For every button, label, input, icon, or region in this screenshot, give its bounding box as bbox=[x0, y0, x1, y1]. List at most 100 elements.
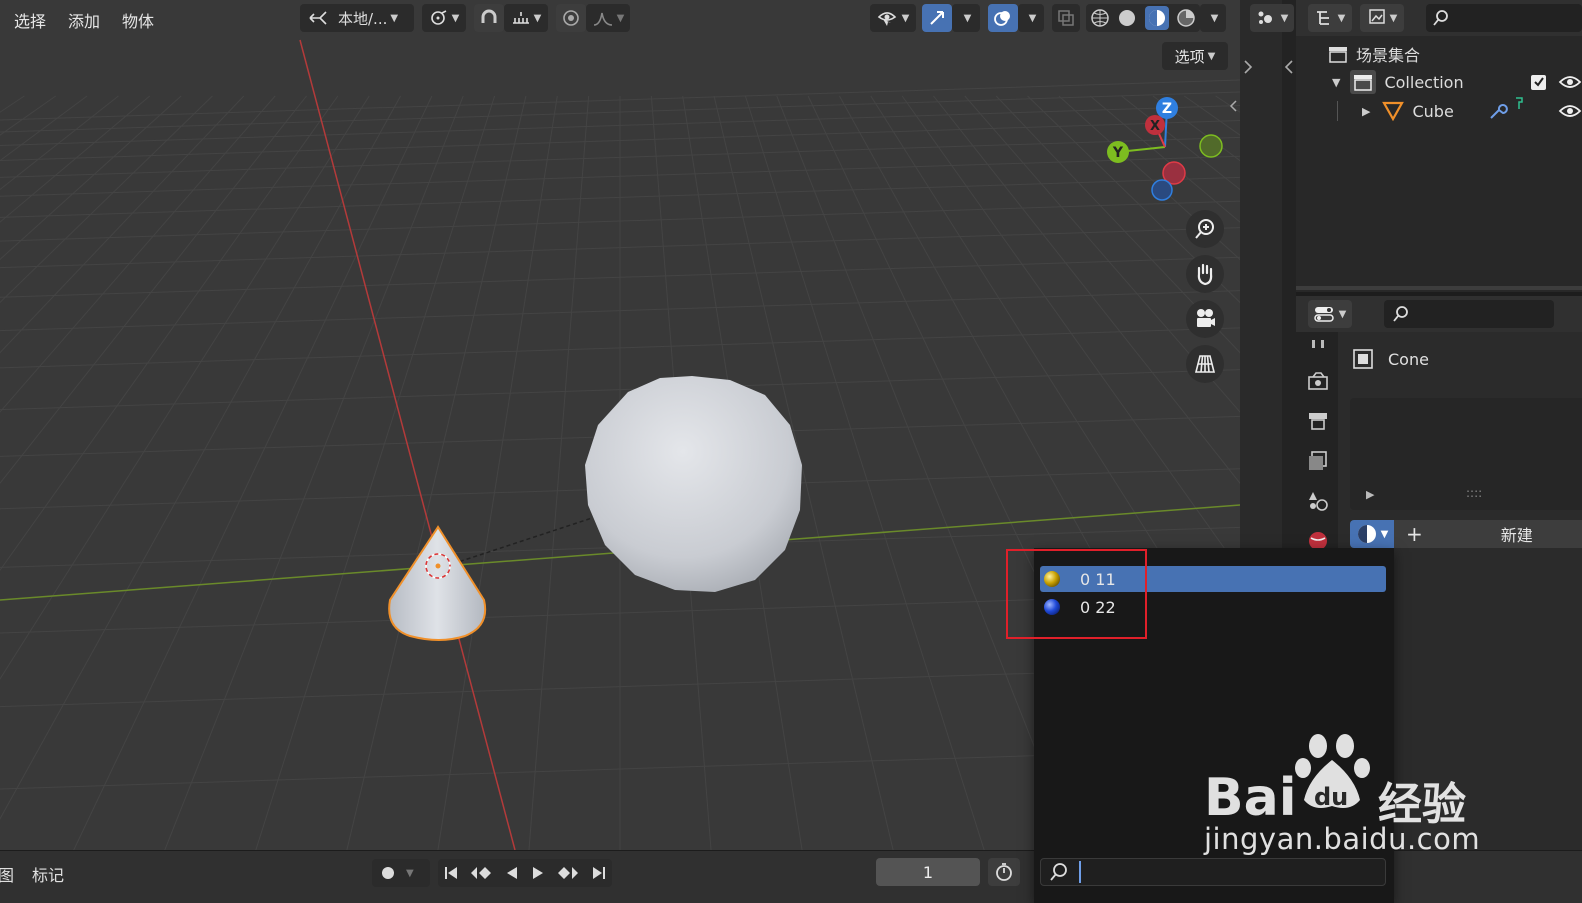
chevron-down-icon[interactable]: ▼ bbox=[406, 868, 414, 879]
current-frame-value: 1 bbox=[922, 862, 934, 882]
chevron-down-icon: ▼ bbox=[1380, 528, 1389, 540]
gizmo-dropdown[interactable]: ▼ bbox=[952, 4, 980, 32]
chevron-right-icon[interactable] bbox=[1242, 60, 1254, 74]
next-keyframe-icon[interactable] bbox=[556, 865, 580, 881]
menu-select[interactable]: 选择 bbox=[14, 8, 46, 32]
camera-view-button[interactable] bbox=[1186, 300, 1224, 338]
orientation-label: 本地/... bbox=[338, 9, 388, 28]
outliner-display-mode-dropdown[interactable]: ▼ bbox=[1308, 4, 1352, 32]
list-resize-grip[interactable]: :::: bbox=[1466, 486, 1482, 500]
solid-shading-icon[interactable] bbox=[1117, 8, 1137, 28]
material-search-input[interactable] bbox=[1040, 858, 1386, 886]
hand-icon bbox=[1197, 263, 1213, 286]
menu-add[interactable]: 添加 bbox=[68, 8, 100, 32]
tab-view-layer[interactable] bbox=[1305, 448, 1331, 474]
tab-output[interactable] bbox=[1305, 408, 1331, 434]
neg-y-axis-ball bbox=[1199, 134, 1223, 158]
orientation-icon bbox=[309, 11, 327, 25]
grid-line bbox=[0, 95, 245, 354]
svg-text:du: du bbox=[1314, 783, 1348, 811]
previous-keyframe-icon[interactable] bbox=[469, 865, 493, 881]
snap-toggle[interactable] bbox=[474, 4, 504, 32]
chevron-down-icon: ▼ bbox=[1210, 12, 1219, 24]
snap-increment-icon bbox=[512, 12, 529, 24]
tab-render[interactable] bbox=[1305, 368, 1331, 394]
properties-header: ▼ bbox=[1296, 296, 1582, 332]
eye-icon[interactable] bbox=[1558, 74, 1582, 90]
gizmo-toggle[interactable] bbox=[922, 4, 952, 32]
eye-icon[interactable] bbox=[1558, 103, 1582, 119]
material-shading-icon[interactable] bbox=[1144, 6, 1169, 30]
record-icon[interactable] bbox=[380, 865, 396, 881]
outliner-search-field[interactable] bbox=[1426, 4, 1582, 32]
xray-toggle[interactable] bbox=[1052, 4, 1080, 32]
menu-markers[interactable]: 标记 bbox=[32, 862, 64, 886]
wrench-modifier-icon[interactable] bbox=[1488, 101, 1510, 121]
outliner-row-scene-collection[interactable]: 场景集合 bbox=[1296, 40, 1582, 68]
new-material-button[interactable]: + 新建 bbox=[1394, 520, 1582, 548]
shading-dropdown[interactable]: ▼ bbox=[1200, 4, 1226, 32]
snap-target-dropdown[interactable]: ▼ bbox=[504, 4, 548, 32]
collection-icon bbox=[1350, 70, 1377, 94]
outliner-row-collection[interactable]: ▼ Collection bbox=[1296, 68, 1582, 96]
grid-line bbox=[0, 95, 401, 820]
outliner-filter-dropdown[interactable]: ▼ bbox=[1360, 4, 1404, 32]
jump-to-start-icon[interactable] bbox=[443, 865, 459, 881]
pan-button[interactable] bbox=[1186, 255, 1224, 293]
grid-line bbox=[0, 95, 182, 261]
zoom-button[interactable] bbox=[1186, 210, 1224, 248]
material-slot-list[interactable]: ▶ :::: bbox=[1350, 398, 1582, 510]
expand-arrow-icon[interactable]: ▶ bbox=[1362, 105, 1370, 118]
grid-line bbox=[0, 95, 25, 113]
visibility-dropdown[interactable]: ▼ bbox=[870, 4, 916, 32]
pivot-point-dropdown[interactable]: ▼ bbox=[422, 4, 466, 32]
z-axis-label: Z bbox=[1162, 101, 1172, 117]
render-camera-icon bbox=[1308, 372, 1328, 390]
plus-icon: + bbox=[1406, 522, 1423, 546]
vertex-group-icon bbox=[1516, 97, 1523, 109]
perspective-toggle-button[interactable] bbox=[1186, 345, 1224, 383]
chevron-down-icon: ▼ bbox=[1389, 12, 1398, 24]
object-name: Cone bbox=[1388, 349, 1429, 369]
jump-to-end-icon[interactable] bbox=[591, 865, 607, 881]
tab-tool[interactable] bbox=[1305, 332, 1331, 358]
menu-object[interactable]: 物体 bbox=[122, 8, 154, 32]
properties-editor-dropdown[interactable]: ▼ bbox=[1308, 300, 1352, 328]
browse-material-button[interactable]: ▼ bbox=[1350, 520, 1394, 548]
outliner-row-cube[interactable]: ▶ Cube bbox=[1296, 97, 1582, 125]
expand-arrow-icon[interactable]: ▼ bbox=[1332, 76, 1340, 89]
outliner-tree-icon bbox=[1316, 11, 1329, 25]
use-preview-range-button[interactable] bbox=[988, 858, 1020, 886]
transform-orientation-dropdown[interactable]: 本地/... ▼ bbox=[300, 4, 414, 32]
properties-search-field[interactable] bbox=[1384, 300, 1554, 328]
play-icon[interactable] bbox=[530, 865, 546, 881]
chevron-left-icon[interactable] bbox=[1283, 60, 1295, 74]
grid-line bbox=[0, 95, 88, 162]
navigation-gizmo[interactable]: Z X Y bbox=[1100, 90, 1230, 210]
current-frame-field[interactable]: 1 bbox=[876, 858, 980, 886]
grid-line bbox=[0, 95, 213, 304]
proportional-icon bbox=[563, 10, 579, 26]
sphere-object bbox=[585, 376, 802, 592]
grid-line bbox=[0, 95, 276, 413]
rendered-shading-icon[interactable] bbox=[1176, 8, 1196, 28]
falloff-dropdown[interactable]: ▼ bbox=[586, 4, 630, 32]
overlays-toggle[interactable] bbox=[988, 4, 1018, 32]
chevron-down-icon: ▼ bbox=[1337, 12, 1346, 24]
view-layer-icon bbox=[1309, 451, 1327, 470]
editor-type-dropdown[interactable]: ▼ bbox=[1250, 4, 1294, 32]
options-dropdown[interactable]: 选项 ▼ bbox=[1162, 42, 1228, 70]
list-expand-icon[interactable]: ▶ bbox=[1366, 488, 1374, 501]
play-reverse-icon[interactable] bbox=[504, 865, 520, 881]
outliner-scrollbar[interactable] bbox=[1296, 286, 1582, 290]
grid-line bbox=[528, 95, 590, 850]
tab-scene[interactable] bbox=[1305, 488, 1331, 514]
proportional-editing-toggle[interactable] bbox=[556, 4, 586, 32]
grid-line bbox=[0, 95, 119, 191]
exclude-checkbox[interactable] bbox=[1531, 74, 1546, 90]
wireframe-shading-icon[interactable] bbox=[1090, 8, 1110, 28]
sidebar-toggle-icon[interactable] bbox=[1228, 100, 1238, 112]
overlays-dropdown[interactable]: ▼ bbox=[1018, 4, 1044, 32]
menu-view[interactable]: 图 bbox=[0, 862, 14, 886]
new-material-label: 新建 bbox=[1500, 526, 1533, 545]
